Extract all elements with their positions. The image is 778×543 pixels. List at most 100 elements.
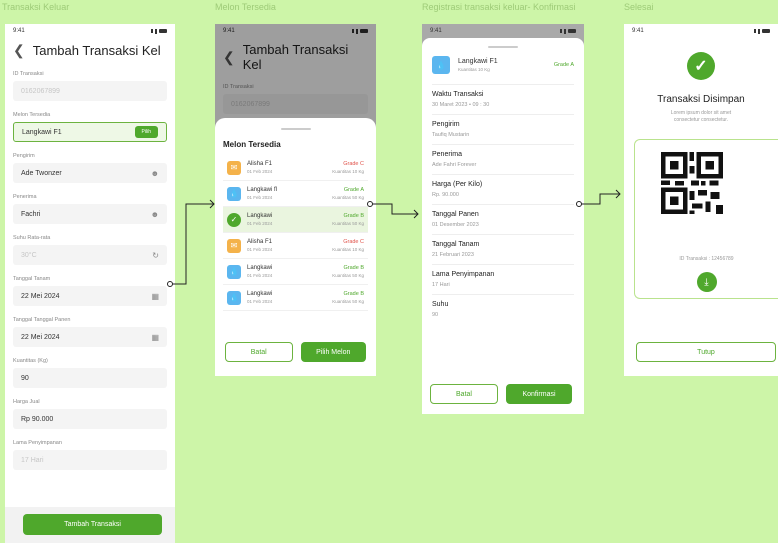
melon-item-date: 01 Feb 2024 <box>247 299 273 304</box>
flow-arrow-2 <box>370 203 418 215</box>
frame-title-selesai: Selesai <box>624 2 654 12</box>
user-icon: ☻ <box>150 209 159 219</box>
sheet-handle[interactable] <box>280 128 311 130</box>
harga-field[interactable]: Rp 90.000 <box>13 409 167 429</box>
detail-value: 17 Hari <box>432 282 450 288</box>
melon-item-name: Langkawi fl <box>247 187 278 193</box>
melon-item-qty: Kuantitas 50 Kg <box>332 195 364 200</box>
kuantitas-field[interactable]: 90 <box>13 368 167 388</box>
detail-row: Tanggal Tanam 21 Februari 2023 <box>432 235 574 265</box>
melon-item-date: 01 Feb 2024 <box>247 273 273 278</box>
detail-label: Pengirim <box>432 121 460 128</box>
calendar-icon: ▦ <box>151 291 159 301</box>
melon-item-date: 01 Feb 2024 <box>247 169 273 174</box>
melon-item-icon: 💧 <box>227 186 241 201</box>
status-time: 9:41 <box>13 28 25 34</box>
check-icon: ✓ <box>227 212 241 227</box>
frame-title-melon-tersedia: Melon Tersedia <box>215 2 276 12</box>
calendar-icon: ▦ <box>151 332 159 342</box>
confirmation-sheet: 💧 Langkawi F1 Kuantitas 10 Kg Grade A Wa… <box>422 38 584 414</box>
success-subtitle: Lorem ipsum dolor sit amet consectetur c… <box>670 110 732 123</box>
detail-value: Ade Fahri Forever <box>432 162 477 168</box>
sheet-title: Melon Tersedia <box>223 140 281 149</box>
detail-label: Tanggal Tanam <box>432 241 480 248</box>
melon-item-qty: Kuantitas 50 Kg <box>332 299 364 304</box>
melon-icon: 💧 <box>432 56 450 74</box>
detail-value: Taufiq Mustarin <box>432 132 470 138</box>
melon-item-icon: ✉ <box>227 238 241 253</box>
melon-item[interactable]: ✉ Alisha F1 01 Feb 2024 Grade C Kuantitas 10… <box>223 233 368 259</box>
detail-row: Harga (Per Kilo) Rp. 90.000 <box>432 175 574 205</box>
transaction-id: ID Transaksi : 12456789 <box>679 256 734 262</box>
panen-value: 22 Mei 2024 <box>21 333 60 341</box>
melon-item-name: Alisha F1 <box>247 239 273 245</box>
product-grade: Grade A <box>553 62 574 68</box>
lama-value: 17 Hari <box>21 456 44 464</box>
melon-item[interactable]: 💧 Langkawi fl 01 Feb 2024 Grade A Kuantitas … <box>223 181 368 207</box>
konfirmasi-button[interactable]: Konfirmasi <box>506 384 572 404</box>
penerima-field[interactable]: Fachri ☻ <box>13 204 167 224</box>
melon-item-selected[interactable]: ✓ Langkawi 01 Feb 2024 Grade B Kuantitas 50 … <box>223 207 368 233</box>
success-check-icon: ✓ <box>687 52 715 80</box>
batal-button[interactable]: Batal <box>225 342 293 362</box>
pilih-melon-button[interactable]: Pilih Melon <box>300 342 366 362</box>
sheet-handle[interactable] <box>488 46 518 48</box>
pengirim-field[interactable]: Ade Twonzer ☻ <box>13 163 167 183</box>
melon-item[interactable]: 💧 Langkawi 01 Feb 2024 Grade B Kuantitas 50 … <box>223 259 368 285</box>
melon-label: Melon Tersedia <box>13 112 51 118</box>
detail-row: Tanggal Panen 01 Desember 2023 <box>432 205 574 235</box>
batal-button[interactable]: Batal <box>430 384 498 404</box>
melon-item-qty: Kuantitas 50 Kg <box>332 273 364 278</box>
melon-item-name: Langkawi <box>247 213 273 219</box>
download-icon[interactable]: ⤓ <box>696 272 717 292</box>
phone-selesai: 9:41 ✓ Transaksi Disimpan Lorem ipsum do… <box>624 24 778 376</box>
melon-item-qty: Kuantitas 10 Kg <box>332 247 364 252</box>
melon-value: Langkawi F1 <box>22 128 62 136</box>
melon-item[interactable]: 💧 Langkawi 01 Feb 2024 Grade B Kuantitas 50 … <box>223 285 368 311</box>
pengirim-label: Pengirim <box>13 153 35 159</box>
melon-item-date: 01 Feb 2024 <box>247 195 273 200</box>
lama-field: 17 Hari <box>13 450 167 470</box>
lama-label: Lama Penyimpanan <box>13 440 62 446</box>
melon-item-date: 01 Feb 2024 <box>247 247 273 252</box>
status-bar: 9:41 <box>5 24 175 38</box>
phone-konfirmasi: 9:41 💧 Langkawi F1 Kuantitas 10 Kg Grade… <box>422 24 584 414</box>
page-title: Tambah Transaksi Kel <box>32 43 161 58</box>
success-title: Transaksi Disimpan <box>657 94 745 105</box>
frame-title-transaksi-keluar: Transaksi Keluar <box>2 2 70 12</box>
melon-field[interactable]: Langkawi F1 Pilih <box>13 122 167 142</box>
back-arrow-icon[interactable]: ❮ <box>13 42 25 59</box>
tutup-button[interactable]: Tutup <box>636 342 776 362</box>
melon-item-grade: Grade A <box>343 187 364 193</box>
melon-item-grade: Grade B <box>343 265 364 271</box>
tanam-field[interactable]: 22 Mei 2024 ▦ <box>13 286 167 306</box>
status-time: 9:41 <box>430 28 442 34</box>
phone-melon-tersedia: 9:41 ❮ Tambah Transaksi Kel ID Transaksi… <box>215 24 376 376</box>
pilih-button[interactable]: Pilih <box>134 126 158 138</box>
suhu-value: 30°C <box>21 251 37 259</box>
detail-value: 21 Februari 2023 <box>432 252 474 258</box>
status-time: 9:41 <box>632 28 644 34</box>
tambah-transaksi-button[interactable]: Tambah Transaksi <box>23 514 162 535</box>
pengirim-value: Ade Twonzer <box>21 169 62 177</box>
kuantitas-label: Kuantitas (Kg) <box>13 358 48 364</box>
id-transaksi-label: ID Transaksi <box>13 71 44 77</box>
qr-code-icon <box>661 152 723 214</box>
melon-bottom-sheet: Melon Tersedia ✉ Alisha F1 01 Feb 2024 Grad… <box>215 118 376 376</box>
melon-item-grade: Grade B <box>343 291 364 297</box>
product-qty: Kuantitas 10 Kg <box>458 67 490 72</box>
panen-field[interactable]: 22 Mei 2024 ▦ <box>13 327 167 347</box>
harga-value: Rp 90.000 <box>21 415 54 423</box>
kuantitas-value: 90 <box>21 374 29 382</box>
suhu-field: 30°C ↻ <box>13 245 167 265</box>
detail-row: Waktu Transaksi 30 Maret 2023 • 09 : 30 <box>432 85 574 115</box>
status-bar: 9:41 <box>624 24 778 38</box>
detail-value: 90 <box>432 312 439 318</box>
id-transaksi-value: 0162067899 <box>21 87 60 95</box>
melon-item-name: Langkawi <box>247 265 273 271</box>
ticket-card: ID Transaksi : 12456789 ⤓ <box>634 139 778 299</box>
arrow-head-2 <box>413 209 419 219</box>
detail-label: Lama Penyimpanan <box>432 271 495 278</box>
penerima-value: Fachri <box>21 210 41 218</box>
melon-item[interactable]: ✉ Alisha F1 01 Feb 2024 Grade C Kuantitas 10… <box>223 155 368 181</box>
